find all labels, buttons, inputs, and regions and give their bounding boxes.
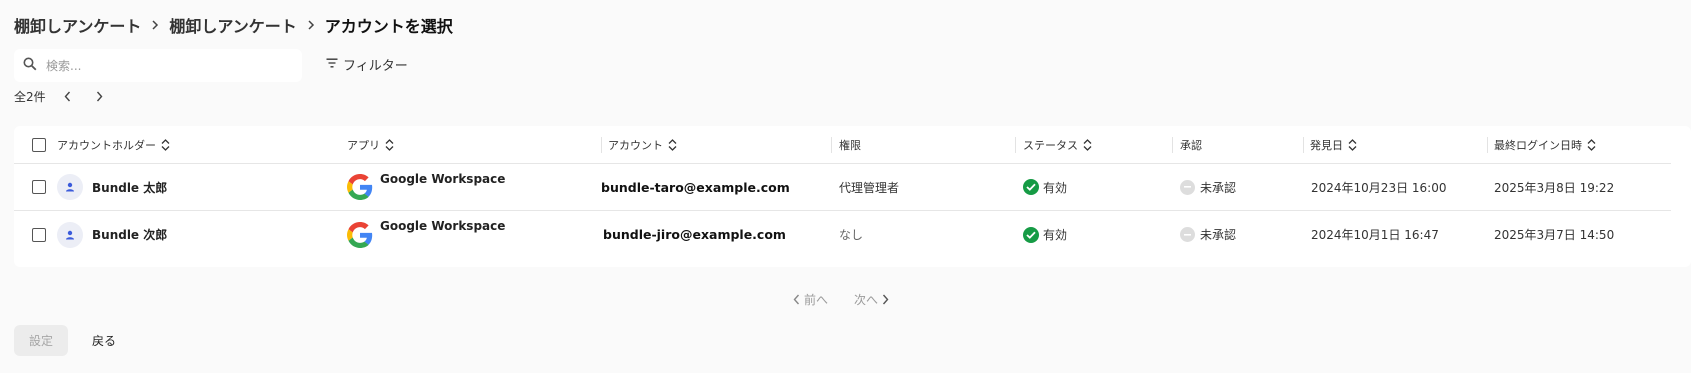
- filter-label: フィルター: [343, 59, 408, 74]
- sort-icon[interactable]: [1348, 138, 1357, 151]
- prev-page-button[interactable]: 前へ: [793, 291, 828, 308]
- chevron-left-icon: [793, 294, 800, 305]
- chevron-right-icon: [883, 294, 889, 305]
- list-summary: 全2件: [14, 88, 108, 105]
- table-header: アカウントホルダー アプリ アカウント 権限 ステータス 承認 発見日 最終ログ…: [14, 126, 1671, 164]
- chevron-right-icon: [141, 20, 169, 30]
- breadcrumb: 棚卸しアンケート 棚卸しアンケート アカウントを選択: [14, 13, 453, 37]
- total-count: 全2件: [14, 90, 46, 104]
- column-divider: [1487, 137, 1488, 153]
- check-circle-icon: [1023, 179, 1039, 195]
- next-page-button[interactable]: 次へ: [854, 291, 889, 308]
- person-icon: [66, 230, 74, 239]
- row-checkbox[interactable]: [32, 180, 46, 194]
- column-divider: [831, 137, 832, 153]
- sort-icon[interactable]: [1083, 138, 1092, 151]
- last-login-date: 2025年3月7日 14:50: [1494, 228, 1615, 242]
- chevron-right-icon: [297, 20, 325, 30]
- sort-icon[interactable]: [385, 138, 394, 151]
- column-header-last-login[interactable]: 最終ログイン日時: [1494, 126, 1596, 163]
- accounts-table: アカウントホルダー アプリ アカウント 権限 ステータス 承認 発見日 最終ログ…: [14, 126, 1691, 267]
- discovered-date: 2024年10月23日 16:00: [1311, 180, 1447, 195]
- select-all-checkbox[interactable]: [32, 137, 46, 152]
- column-header-permission: 権限: [839, 126, 861, 163]
- column-label: 承認: [1180, 138, 1202, 152]
- google-logo-icon: [347, 174, 373, 200]
- check-circle-icon: [1023, 226, 1039, 243]
- minus-circle-icon: [1180, 179, 1195, 195]
- account-holder-name: Bundle 次郎: [92, 228, 168, 242]
- breadcrumb-item[interactable]: 棚卸しアンケート: [169, 13, 296, 37]
- account-email: bundle-taro@example.com: [601, 179, 790, 195]
- column-label: アカウントホルダー: [57, 138, 156, 152]
- next-label: 次へ: [854, 293, 879, 307]
- account-email: bundle-jiro@example.com: [603, 227, 786, 242]
- pagination: 前へ 次へ: [793, 291, 889, 308]
- column-divider: [1303, 137, 1304, 153]
- filter-button[interactable]: フィルター: [326, 55, 408, 74]
- chevron-right-icon[interactable]: [92, 89, 108, 105]
- column-header-status[interactable]: ステータス: [1023, 126, 1092, 163]
- filter-icon: [326, 57, 338, 72]
- app-name: Google Workspace: [380, 219, 506, 233]
- permission: 代理管理者: [839, 180, 900, 195]
- sort-icon[interactable]: [668, 138, 677, 151]
- column-label: アカウント: [608, 138, 663, 152]
- column-divider: [601, 137, 602, 153]
- avatar: [57, 221, 83, 248]
- setting-button[interactable]: 設定: [14, 325, 68, 356]
- column-header-holder[interactable]: アカウントホルダー: [57, 126, 170, 163]
- search-input[interactable]: [46, 58, 276, 73]
- breadcrumb-current: アカウントを選択: [324, 17, 453, 36]
- table-row[interactable]: Bundle 太郎 Google Workspace bundle-taro@e…: [14, 164, 1671, 211]
- sort-icon[interactable]: [1587, 138, 1596, 151]
- permission: なし: [839, 228, 864, 242]
- status-label: 有効: [1043, 180, 1068, 195]
- column-header-approval: 承認: [1180, 126, 1202, 163]
- approval-label: 未承認: [1200, 180, 1237, 195]
- breadcrumb-item[interactable]: 棚卸しアンケート: [14, 13, 141, 37]
- column-label: アプリ: [347, 138, 380, 152]
- sort-icon[interactable]: [161, 138, 170, 151]
- approval-label: 未承認: [1200, 228, 1237, 242]
- prev-label: 前へ: [804, 293, 829, 307]
- google-logo-icon: [347, 221, 373, 248]
- column-divider: [1172, 137, 1173, 153]
- chevron-left-icon[interactable]: [60, 89, 76, 105]
- column-header-app[interactable]: アプリ: [347, 126, 394, 163]
- column-header-account[interactable]: アカウント: [608, 126, 677, 163]
- column-header-discovered[interactable]: 発見日: [1310, 126, 1357, 163]
- column-label: 権限: [839, 138, 861, 152]
- search-box: [14, 49, 302, 82]
- person-icon: [66, 182, 74, 192]
- back-button[interactable]: 戻る: [84, 325, 124, 356]
- discovered-date: 2024年10月1日 16:47: [1311, 228, 1439, 242]
- column-label: 最終ログイン日時: [1494, 138, 1582, 152]
- column-divider: [1015, 137, 1016, 153]
- avatar: [57, 174, 83, 200]
- account-holder-name: Bundle 太郎: [92, 180, 168, 195]
- column-label: 発見日: [1310, 138, 1343, 152]
- column-label: ステータス: [1023, 138, 1078, 152]
- minus-circle-icon: [1180, 227, 1195, 242]
- last-login-date: 2025年3月8日 19:22: [1494, 180, 1615, 195]
- app-name: Google Workspace: [380, 172, 506, 186]
- status-label: 有効: [1043, 228, 1068, 242]
- row-checkbox[interactable]: [32, 227, 46, 242]
- search-icon: [23, 56, 37, 75]
- table-row[interactable]: Bundle 次郎 Google Workspace bundle-jiro@e…: [14, 211, 1671, 258]
